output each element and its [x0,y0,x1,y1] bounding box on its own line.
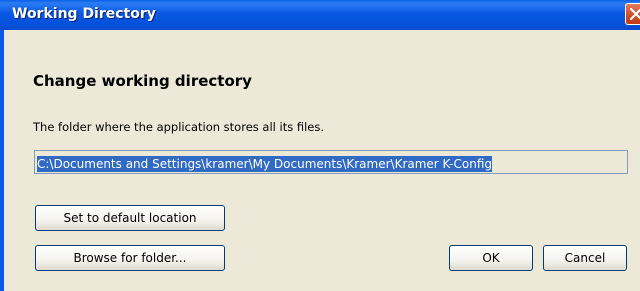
browse-folder-button[interactable]: Browse for folder... [35,245,225,271]
section-heading: Change working directory [33,72,252,90]
set-default-location-button[interactable]: Set to default location [35,205,225,231]
close-button[interactable] [625,3,640,25]
working-directory-dialog: Working Directory Change working directo… [0,0,640,291]
cancel-button[interactable]: Cancel [543,245,627,271]
title-bar[interactable]: Working Directory [0,0,640,30]
directory-path-input[interactable]: C:\Documents and Settings\kramer\My Docu… [34,150,628,174]
window-title: Working Directory [12,6,156,22]
directory-path-text: C:\Documents and Settings\kramer\My Docu… [37,156,492,172]
close-icon [630,8,640,20]
ok-button[interactable]: OK [449,245,533,271]
description-text: The folder where the application stores … [33,120,325,134]
